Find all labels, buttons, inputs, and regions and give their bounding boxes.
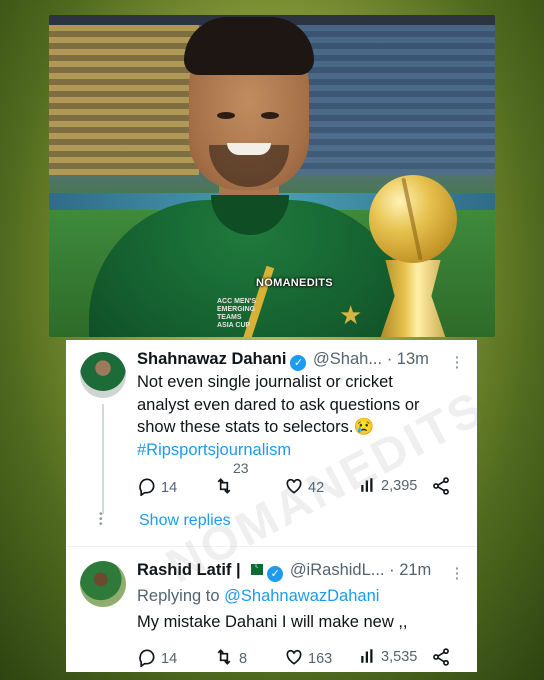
share-icon [433,648,449,666]
verified-icon: ✓ [290,355,307,371]
left-eye [217,112,235,119]
views-button[interactable]: 3,535 [359,647,417,665]
tweet-header: Shahnawaz Dahani ✓ @Shah... · 13m [137,350,429,371]
like-count: 42 [308,480,325,496]
like-button[interactable]: 163 [284,647,332,667]
tournament-crest: ACC MEN'S EMERGING TEAMS ASIA CUP [217,298,256,329]
author-handle[interactable]: @iRashidL... [290,561,385,579]
views-button[interactable]: 2,395 [359,476,417,494]
like-button[interactable]: 42 [284,476,324,496]
player-smile [227,143,271,155]
crying-emoji-icon: 😢 [353,418,374,436]
more-icon[interactable]: · · · [455,350,460,374]
pakistan-flag-icon [247,561,264,575]
tweet-header: Rashid Latif | ✓ @iRashidL... · 21m [137,561,431,582]
like-count: 163 [308,651,333,667]
avatar[interactable] [80,561,126,607]
player-photo: ACC MEN'S EMERGING TEAMS ASIA CUP ★ NOMA… [49,15,495,337]
tweet-text: Not even single journalist or cricket an… [137,371,420,461]
replying-to: Replying to @ShahnawazDahani [137,587,380,605]
reply-button[interactable]: 14 [137,647,178,668]
retweet-button[interactable] [213,476,235,496]
right-eye [261,112,279,119]
thread-line [102,404,104,514]
hashtag-link[interactable]: #Ripsportsjournalism [137,439,420,462]
author-name[interactable]: Rashid Latif | [137,561,241,579]
player-hair [184,17,314,75]
share-button[interactable] [431,647,451,667]
photo-watermark: NOMANEDITS [256,277,333,289]
views-icon [361,478,373,492]
reply-button[interactable]: 14 [137,476,178,497]
reply-icon [139,478,155,497]
retweet-icon [217,649,231,665]
reply-icon [139,649,155,668]
tweet-rashid-latif[interactable]: Rashid Latif | ✓ @iRashidL... · 21m ··· … [66,547,477,672]
thread-dots-icon: • • • [99,509,103,530]
tweet-actions: 14 8 163 3,535 [137,647,457,669]
show-replies-link[interactable]: Show replies [139,512,231,530]
share-icon [433,477,449,495]
retweet-count: 23 [233,460,249,476]
views-icon [361,649,373,663]
retweet-button[interactable]: 8 [213,647,247,667]
verified-icon: ✓ [267,566,284,582]
retweet-icon [217,478,231,494]
tweet-text: My mistake Dahani I will make new ,, [137,613,408,631]
share-button[interactable] [431,476,451,496]
jersey-star-icon: ★ [339,300,363,330]
like-icon [286,478,302,494]
author-name[interactable]: Shahnawaz Dahani [137,350,286,368]
mention-link[interactable]: @ShahnawazDahani [224,587,379,605]
reply-count: 14 [161,480,178,496]
stadium-stands-left [49,25,199,175]
avatar[interactable] [80,352,126,398]
tweet-dahani[interactable]: • • • Shahnawaz Dahani ✓ @Shah... · 13m · · ·… [66,340,477,546]
author-handle[interactable]: @Shah... [313,350,382,368]
tweet-time[interactable]: · 13m [387,350,429,368]
tweet-actions: 14 42 2,395 [137,476,457,498]
tweet-thread-card: • • • Shahnawaz Dahani ✓ @Shah... · 13m · · ·… [66,340,477,672]
reply-count: 14 [161,651,178,667]
retweet-count: 8 [239,651,248,667]
view-count: 3,535 [381,649,418,665]
view-count: 2,395 [381,478,418,494]
more-icon[interactable]: · · · [455,561,460,585]
like-icon [286,649,302,665]
tweet-time[interactable]: · 21m [389,561,431,579]
